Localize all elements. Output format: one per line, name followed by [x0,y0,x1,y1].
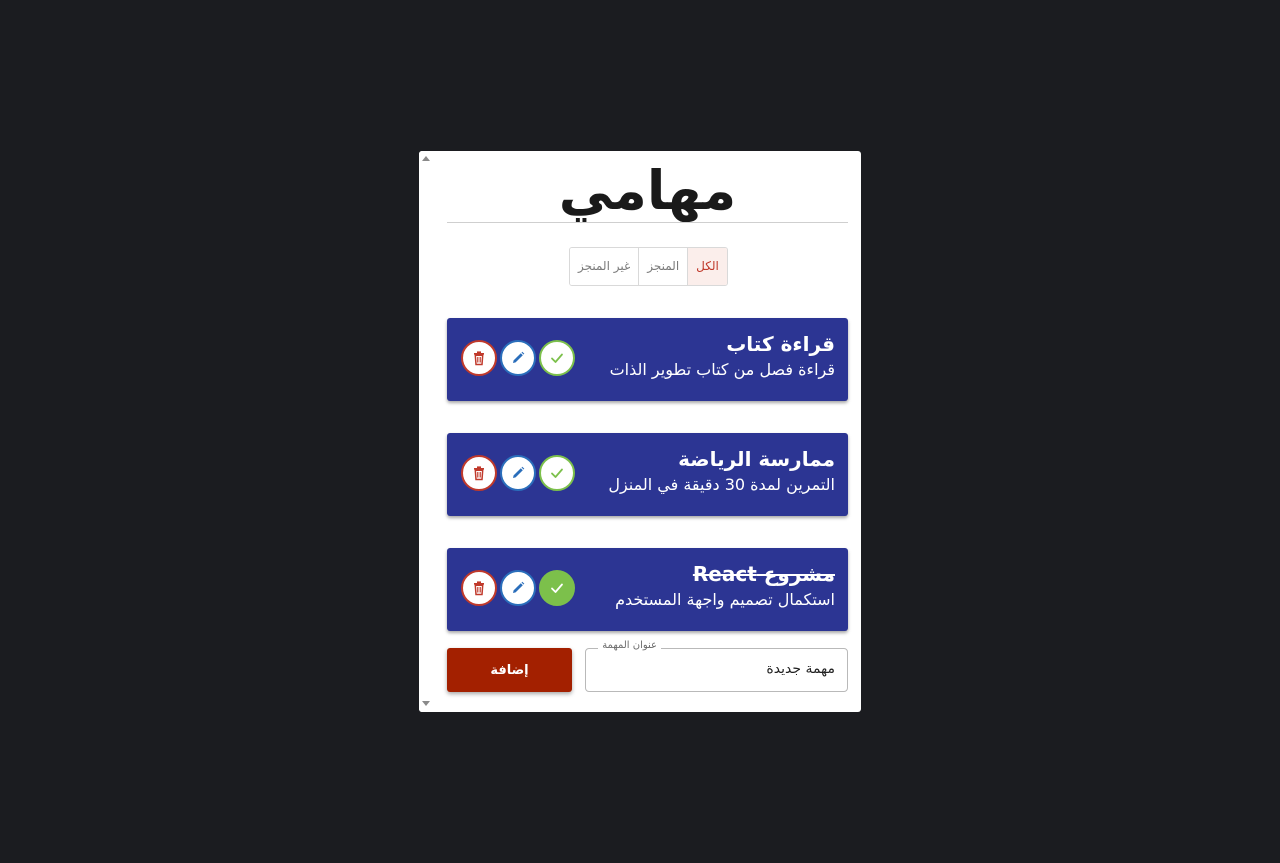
task-description: قراءة فصل من كتاب تطوير الذات [609,360,835,379]
trash-icon [474,581,484,596]
task-title: قراءة كتاب [726,332,835,356]
task-description: استكمال تصميم واجهة المستخدم [615,590,835,609]
filter-all[interactable]: الكل [687,248,727,285]
trash-icon [474,466,484,481]
task-card: قراءة كتاب قراءة فصل من كتاب تطوير الذات [447,318,848,401]
filter-toggle-group: الكل المنجز غير المنجز [569,247,728,286]
filter-done[interactable]: المنجز [638,248,688,285]
complete-button[interactable] [539,455,575,491]
task-title: ممارسة الرياضة [678,447,835,471]
add-task-button[interactable]: إضافة [447,648,572,692]
task-title-field-label: عنوان المهمة [598,640,661,651]
pencil-icon [513,581,525,593]
scrollbar[interactable] [419,151,434,712]
check-icon [551,353,563,363]
pencil-icon [513,466,525,478]
scroll-up-arrow-icon[interactable] [422,156,430,161]
task-title-field: عنوان المهمة [585,640,848,692]
check-icon [551,583,563,593]
task-title-input[interactable] [605,661,835,677]
edit-button[interactable] [500,455,536,491]
trash-icon [474,351,484,366]
delete-button[interactable] [461,340,497,376]
page-title: مهامي [558,159,737,222]
check-icon [551,468,563,478]
complete-button[interactable] [539,340,575,376]
edit-button[interactable] [500,340,536,376]
task-card: ممارسة الرياضة التمرين لمدة 30 دقيقة في … [447,433,848,516]
task-description: التمرين لمدة 30 دقيقة في المنزل [608,475,835,494]
complete-button[interactable] [539,570,575,606]
task-card: مشروع React استكمال تصميم واجهة المستخدم [447,548,848,631]
todo-card: مهامي الكل المنجز غير المنجز قراءة كتاب … [419,151,861,712]
pencil-icon [513,351,525,363]
delete-button[interactable] [461,455,497,491]
title-divider [447,222,848,223]
edit-button[interactable] [500,570,536,606]
filter-not-done[interactable]: غير المنجز [570,248,639,285]
scroll-down-arrow-icon[interactable] [422,701,430,706]
task-title: مشروع React [692,562,835,586]
delete-button[interactable] [461,570,497,606]
